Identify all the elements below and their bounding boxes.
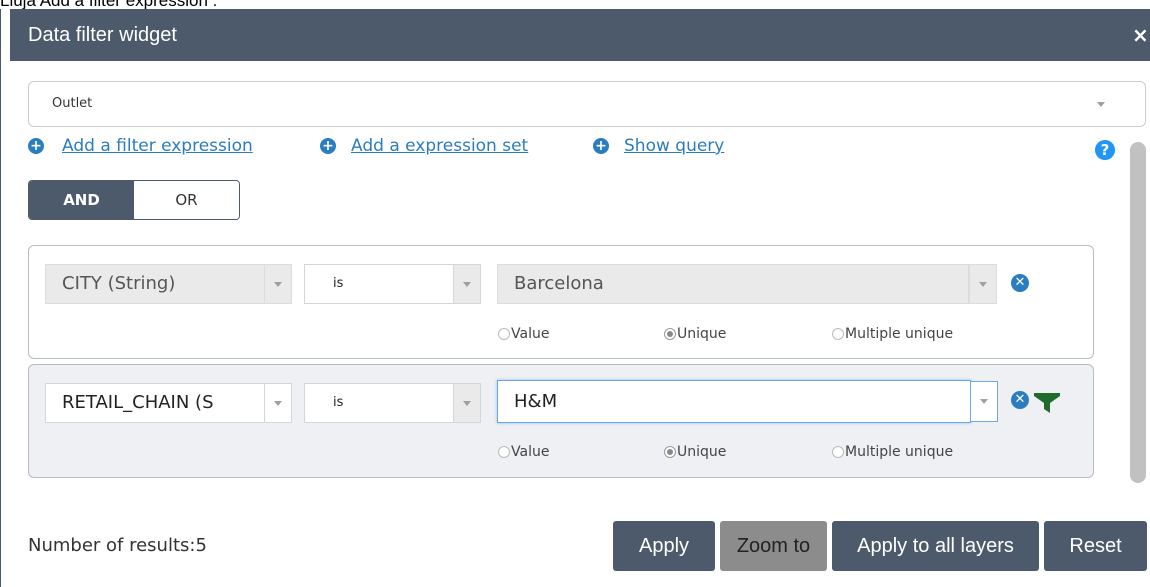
chevron-down-icon [274, 400, 282, 406]
close-icon[interactable]: × [1132, 9, 1149, 61]
add-filter-expression-link[interactable]: Add a filter expression [62, 134, 253, 158]
layer-select-value: Outlet [52, 96, 93, 111]
radio-unique-option[interactable]: Unique [664, 442, 726, 462]
reset-button[interactable]: Reset [1044, 521, 1147, 571]
field-select-arrow[interactable] [264, 383, 292, 423]
chevron-down-icon [980, 399, 988, 404]
filter-funnel-icon[interactable] [1032, 389, 1062, 415]
radio-label: Value [511, 444, 550, 460]
show-query-plus-icon[interactable]: + [593, 138, 609, 154]
radio-value-option[interactable]: Value [498, 442, 549, 462]
logic-or-button[interactable]: OR [134, 181, 239, 219]
chevron-down-icon [979, 281, 987, 287]
radio-button-selected[interactable] [664, 328, 676, 340]
field-select[interactable]: RETAIL_CHAIN (S [45, 383, 265, 423]
field-select-arrow[interactable] [264, 264, 292, 304]
help-icon[interactable]: ? [1095, 140, 1115, 160]
results-count: Number of results:5 [28, 535, 207, 556]
chevron-down-icon [274, 281, 282, 287]
apply-button[interactable]: Apply [613, 521, 715, 571]
add-expression-set-link[interactable]: Add a expression set [351, 134, 528, 158]
remove-expression-icon[interactable]: ✕ [1011, 391, 1029, 409]
operator-select[interactable]: is [304, 264, 454, 304]
radio-value-option[interactable]: Value [498, 324, 549, 344]
operator-select-arrow[interactable] [453, 383, 481, 423]
radio-multiple-option[interactable]: Multiple unique [832, 442, 953, 462]
radio-multiple-option[interactable]: Multiple unique [832, 324, 953, 344]
add-expression-plus-icon[interactable]: + [28, 138, 44, 154]
chevron-down-icon [463, 281, 471, 287]
radio-label: Multiple unique [845, 444, 954, 460]
radio-button-selected[interactable] [664, 446, 676, 458]
radio-label: Multiple unique [845, 326, 954, 342]
apply-to-all-layers-button[interactable]: Apply to all layers [832, 521, 1039, 571]
zoom-to-button[interactable]: Zoom to [720, 521, 827, 571]
show-query-link[interactable]: Show query [624, 134, 724, 158]
radio-unique-option[interactable]: Unique [664, 324, 726, 344]
radio-button[interactable] [832, 328, 844, 340]
logic-toggle[interactable]: AND OR [28, 180, 240, 220]
value-select-arrow[interactable] [970, 381, 998, 422]
radio-label: Value [511, 326, 550, 342]
radio-label: Unique [677, 444, 727, 460]
logic-and-button[interactable]: AND [29, 181, 134, 219]
value-input[interactable]: H&M [497, 380, 971, 423]
remove-expression-icon[interactable]: ✕ [1011, 274, 1029, 292]
value-select-arrow[interactable] [969, 264, 997, 304]
layer-select[interactable] [28, 81, 1146, 127]
radio-button[interactable] [832, 446, 844, 458]
radio-button[interactable] [498, 328, 510, 340]
field-select[interactable]: CITY (String) [45, 264, 265, 304]
chevron-down-icon[interactable] [1097, 102, 1105, 107]
operator-select-arrow[interactable] [453, 264, 481, 304]
operator-select[interactable]: is [304, 383, 454, 423]
scrollbar-thumb[interactable] [1130, 142, 1146, 483]
chevron-down-icon [463, 400, 471, 406]
title-bar [10, 9, 1150, 61]
window-title: Data filter widget [28, 24, 177, 46]
panel-border [0, 9, 1, 587]
value-input[interactable]: Barcelona [497, 264, 969, 304]
add-set-plus-icon[interactable]: + [320, 138, 336, 154]
radio-button[interactable] [498, 446, 510, 458]
radio-label: Unique [677, 326, 727, 342]
